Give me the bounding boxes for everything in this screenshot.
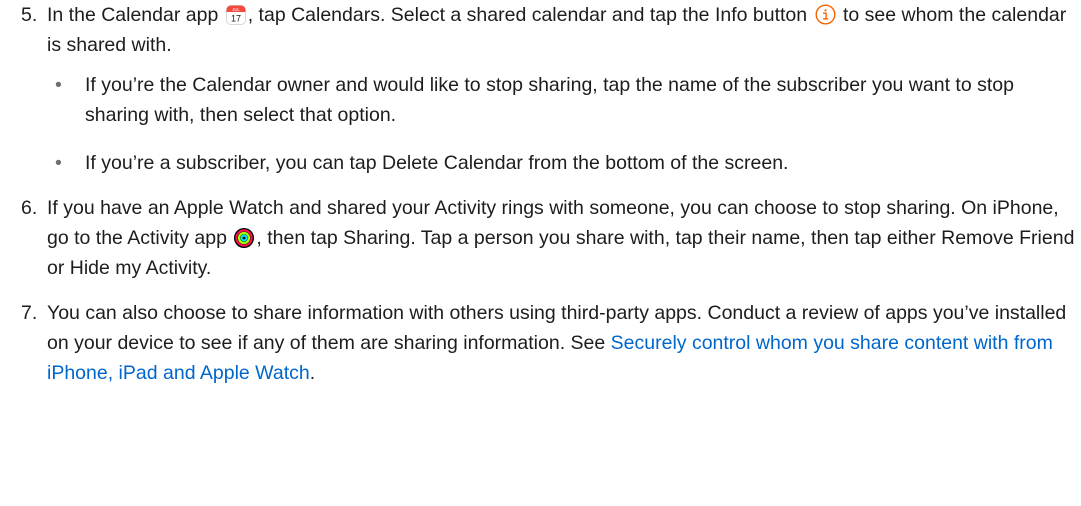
step-5-text-mid: , tap Calendars. Select a shared calenda…	[247, 4, 808, 26]
activity-rings-icon	[234, 228, 255, 248]
step-5: 5. In the Calendar app JUL 17 , tap Cale…	[0, 0, 1081, 178]
step-7: 7. You can also choose to share informat…	[0, 298, 1081, 388]
bullet-text: If you’re the Calendar owner and would l…	[85, 74, 1014, 126]
step-number: 5.	[21, 4, 38, 26]
calendar-icon-month: JUL	[232, 7, 240, 12]
calendar-app-icon: JUL 17	[225, 5, 246, 25]
info-icon	[815, 4, 836, 25]
step-6: 6. If you have an Apple Watch and shared…	[0, 193, 1081, 283]
step-number: 7.	[21, 302, 38, 324]
bullet-item: • If you’re the Calendar owner and would…	[47, 70, 1081, 130]
steps-list: 5. In the Calendar app JUL 17 , tap Cale…	[0, 0, 1081, 388]
calendar-icon-day: 17	[231, 14, 241, 24]
bullet-dot: •	[55, 152, 62, 174]
step-5-bullets: • If you’re the Calendar owner and would…	[47, 70, 1081, 178]
step-number: 6.	[21, 197, 38, 219]
step-7-text-post: .	[309, 362, 316, 384]
bullet-text: If you’re a subscriber, you can tap Dele…	[85, 152, 789, 174]
bullet-item: • If you’re a subscriber, you can tap De…	[47, 148, 1081, 178]
step-5-text-pre: In the Calendar app	[47, 4, 219, 26]
bullet-dot: •	[55, 74, 62, 96]
